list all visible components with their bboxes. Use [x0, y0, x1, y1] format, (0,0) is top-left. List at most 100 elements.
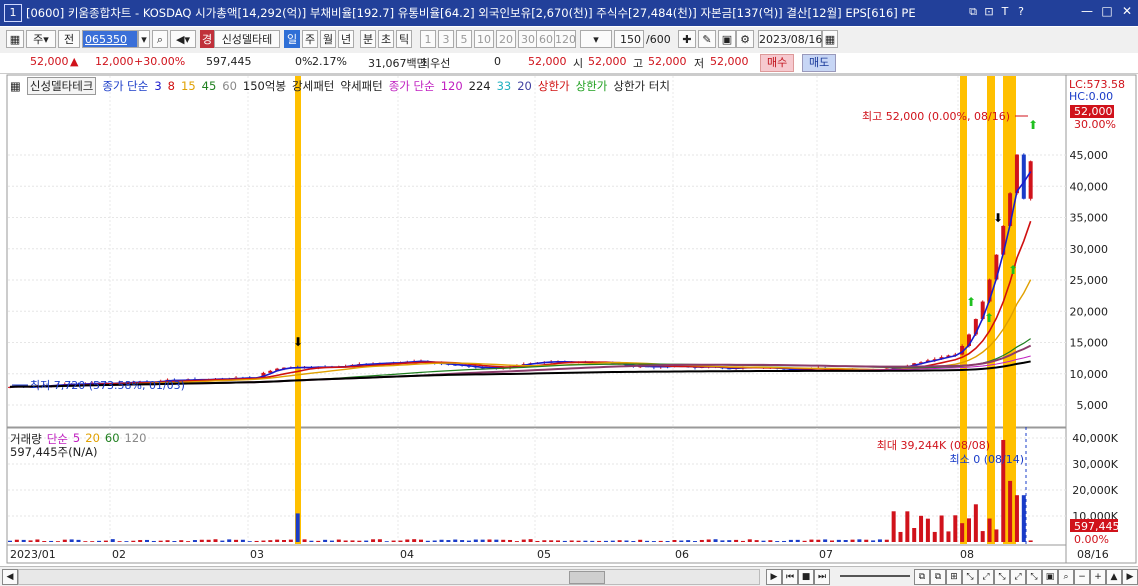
signal-arrow-icon: ⬇	[993, 211, 1003, 225]
legend-strong[interactable]: 강세패턴	[292, 78, 334, 94]
volume-bar	[172, 541, 177, 542]
price-tag-text: 52,000	[1074, 105, 1113, 118]
trade-amount: 31,067백만	[368, 57, 427, 70]
layout-a-icon[interactable]: ⧉	[914, 569, 930, 585]
tool-a-icon[interactable]: ⤡	[962, 569, 978, 585]
volume-bar	[508, 539, 513, 542]
date-input[interactable]: 2023/08/16	[758, 30, 822, 48]
font-icon[interactable]: T	[998, 4, 1012, 20]
period-tick[interactable]: 틱	[396, 30, 412, 48]
play-icon[interactable]: ▶	[766, 569, 782, 585]
open-price: 52,000	[588, 55, 627, 68]
window-buttons: — □ ✕	[1080, 4, 1134, 18]
layout-b-icon[interactable]: ⧉	[930, 569, 946, 585]
search-icon[interactable]: ⌕	[152, 30, 168, 48]
legend-weak[interactable]: 약세패턴	[340, 78, 382, 94]
volume-bar	[809, 539, 814, 542]
legend-upper-limit2[interactable]: 상한가	[576, 78, 608, 94]
scroll-thumb[interactable]	[569, 571, 605, 584]
interval-5[interactable]: 5	[456, 30, 472, 48]
price-chart[interactable]: 45,00040,00035,00030,00025,00020,00015,0…	[0, 74, 1138, 566]
prev-button[interactable]: 전	[58, 30, 80, 48]
layout-c-icon[interactable]: ⊞	[946, 569, 962, 585]
tool-d-icon[interactable]: ⤢	[1010, 569, 1026, 585]
legend-envelope[interactable]: 150억봉	[243, 78, 286, 94]
save-icon[interactable]: ▣	[718, 30, 736, 48]
tool-c-icon[interactable]: ⤡	[994, 569, 1010, 585]
volume-bar	[514, 541, 519, 542]
volume-bar	[905, 511, 910, 542]
volume-bar	[254, 540, 259, 542]
volume-bar	[603, 540, 608, 542]
restore-icon[interactable]: ⧉	[966, 4, 980, 20]
legend-handle-icon[interactable]: ▦	[10, 79, 21, 93]
scroll-track[interactable]	[18, 569, 760, 585]
stop-icon[interactable]: ■	[798, 569, 814, 585]
settings-icon[interactable]: ⚙	[736, 30, 754, 48]
volume-bar	[186, 541, 191, 542]
count-input[interactable]: 150	[614, 30, 644, 48]
layout-icon[interactable]: ▦	[6, 30, 24, 48]
volume-bar	[192, 540, 197, 542]
volume-bar	[240, 539, 245, 542]
interval-dropdown[interactable]: ▾	[580, 30, 612, 48]
volume-bar	[158, 540, 163, 542]
forward-icon[interactable]: ⏭	[814, 569, 830, 585]
volume-tick-label: 30,000K	[1072, 458, 1118, 471]
crosshair-icon[interactable]: ✚	[678, 30, 696, 48]
interval-30[interactable]: 30	[518, 30, 538, 48]
stock-name: 신성델타테	[214, 30, 280, 48]
volume-bar	[795, 539, 800, 542]
sell-button[interactable]: 매도	[802, 54, 837, 72]
market-select[interactable]: 주▾	[26, 30, 56, 48]
legend-upper-limit[interactable]: 상한가	[538, 78, 570, 94]
volume-bar	[282, 540, 286, 542]
period-minute[interactable]: 분	[360, 30, 376, 48]
period-day[interactable]: 일	[284, 30, 300, 48]
interval-1[interactable]: 1	[420, 30, 436, 48]
tool-e-icon[interactable]: ⤡	[1026, 569, 1042, 585]
draw-icon[interactable]: ✎	[698, 30, 716, 48]
tool-f-icon[interactable]: ▣	[1042, 569, 1058, 585]
interval-60[interactable]: 60	[536, 30, 556, 48]
buy-button[interactable]: 매수	[760, 54, 795, 72]
volume-bar	[247, 541, 252, 542]
calendar-icon[interactable]: ▦	[822, 30, 838, 48]
minimize-icon[interactable]: —	[1080, 4, 1094, 18]
zoom-slider[interactable]	[840, 575, 910, 577]
chart-legend: ▦ 신성델타테크 종가 단순 3 8 15 45 60 150억봉 강세패턴 약…	[10, 77, 670, 95]
volume-bar	[734, 539, 739, 542]
rewind-icon[interactable]: ⏮	[782, 569, 798, 585]
legend-ma2-label[interactable]: 종가 단순	[389, 78, 435, 94]
interval-20[interactable]: 20	[496, 30, 516, 48]
period-month[interactable]: 월	[320, 30, 336, 48]
close-icon[interactable]: ✕	[1120, 4, 1134, 18]
volume-bar	[391, 540, 396, 542]
zoom-in-icon[interactable]: +	[1090, 569, 1106, 585]
period-second[interactable]: 초	[378, 30, 394, 48]
legend-upper-touch[interactable]: 상한가 터치	[613, 78, 670, 94]
volume-bar	[21, 539, 26, 542]
link-icon[interactable]: ⊡	[982, 4, 996, 20]
sound-icon[interactable]: ◀▾	[170, 30, 196, 48]
tool-b-icon[interactable]: ⤢	[978, 569, 994, 585]
fit-icon[interactable]: ▲	[1106, 569, 1122, 585]
zoom-out-icon[interactable]: −	[1074, 569, 1090, 585]
period-year[interactable]: 년	[338, 30, 354, 48]
interval-10[interactable]: 10	[474, 30, 494, 48]
stock-code-input[interactable]: 065350	[82, 30, 138, 48]
scroll-right-icon[interactable]: ▶	[1122, 569, 1138, 585]
zoom-icon[interactable]: ⌕	[1058, 569, 1074, 585]
y-tick-label: 35,000	[1070, 212, 1109, 225]
interval-3[interactable]: 3	[438, 30, 454, 48]
maximize-icon[interactable]: □	[1100, 4, 1114, 18]
legend-ma-label[interactable]: 종가 단순	[102, 78, 148, 94]
interval-120[interactable]: 120	[554, 30, 576, 48]
legend-stock-name[interactable]: 신성델타테크	[26, 77, 97, 95]
code-dropdown-icon[interactable]: ▾	[138, 30, 150, 48]
scroll-left-icon[interactable]: ◀	[2, 569, 18, 585]
help-icon[interactable]: ?	[1014, 4, 1028, 20]
window-number[interactable]: 1	[4, 4, 22, 22]
period-week[interactable]: 주	[302, 30, 318, 48]
volume-bar	[501, 539, 506, 542]
